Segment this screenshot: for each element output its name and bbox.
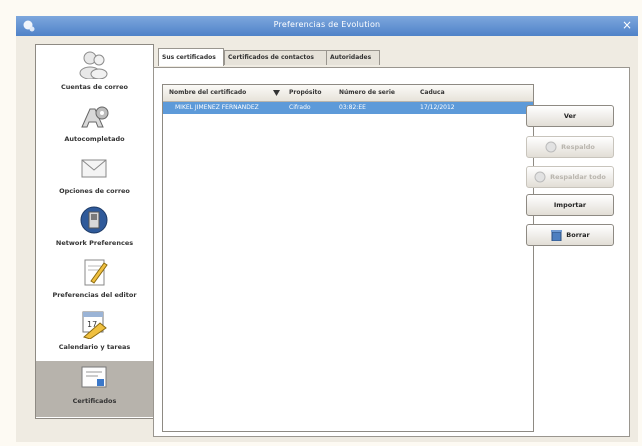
backup-all-icon [534, 171, 546, 183]
column-header-name[interactable]: Nombre del certificado [169, 89, 246, 96]
backup-icon [545, 141, 557, 153]
trash-icon [551, 230, 563, 241]
certificate-list[interactable]: Nombre del certificado Propósito Número … [162, 84, 534, 432]
cell-name: MIKEL JIMENEZ FERNANDEZ [175, 104, 259, 111]
backup-all-button-label: Respaldar todo [550, 173, 606, 181]
editor-icon [84, 259, 108, 286]
accounts-icon [79, 51, 108, 79]
tab-authorities[interactable]: Autoridades [326, 50, 380, 65]
sidebar-item-label: Network Preferences [55, 239, 134, 247]
window-body: Cuentas de correo Autocompletado Opcione… [16, 36, 638, 442]
preferences-window: Preferencias de Evolution × Cuentas de c… [16, 16, 638, 442]
sidebar-item-label: Cuentas de correo [61, 83, 128, 91]
sidebar-item-network[interactable]: Network Preferences [36, 203, 153, 255]
import-button[interactable]: Importar [526, 194, 614, 216]
sidebar-item-mail-options[interactable]: Opciones de correo [36, 151, 153, 203]
cell-serial: 03:82:EE [339, 104, 366, 111]
mail-envelope-icon [81, 159, 107, 178]
delete-button-label: Borrar [566, 231, 590, 239]
column-header-serial[interactable]: Número de serie [339, 89, 395, 96]
import-button-label: Importar [553, 201, 587, 209]
autocomplete-icon [81, 106, 109, 128]
tab-own-certificates[interactable]: Sus certificados [158, 48, 224, 66]
backup-button[interactable]: Respaldo [526, 136, 614, 158]
sidebar-item-autocomplete[interactable]: Autocompletado [36, 99, 153, 151]
network-icon [80, 206, 108, 234]
sidebar-item-label: Certificados [72, 397, 117, 405]
backup-button-label: Respaldo [561, 143, 595, 151]
backup-all-button[interactable]: Respaldar todo [526, 166, 614, 188]
title-bar[interactable]: Preferencias de Evolution × [16, 16, 638, 36]
sidebar-item-label: Autocompletado [64, 135, 125, 143]
sidebar-item-label: Calendario y tareas [58, 343, 131, 351]
view-button[interactable]: Ver [526, 105, 614, 127]
delete-button[interactable]: Borrar [526, 224, 614, 246]
column-header-expires[interactable]: Caduca [420, 89, 445, 96]
table-header: Nombre del certificado Propósito Número … [163, 85, 533, 102]
sidebar-item-editor[interactable]: Preferencias del editor [36, 255, 153, 307]
sidebar-item-calendar[interactable]: 17 Calendario y tareas [36, 307, 153, 359]
sidebar-item-accounts[interactable]: Cuentas de correo [36, 47, 153, 99]
cell-purpose: Cifrado [289, 104, 311, 111]
column-header-purpose[interactable]: Propósito [289, 89, 322, 96]
window-title: Preferencias de Evolution [273, 20, 381, 29]
chevron-down-icon[interactable] [273, 90, 280, 96]
table-row[interactable]: MIKEL JIMENEZ FERNANDEZ Cifrado 03:82:EE… [163, 102, 533, 114]
view-button-label: Ver [563, 112, 577, 120]
tab-contact-certificates[interactable]: Certificados de contactos [224, 50, 327, 65]
sidebar-item-certificates[interactable]: Certificados [36, 361, 153, 417]
close-icon[interactable]: × [622, 18, 632, 32]
certificate-icon [81, 366, 107, 388]
sidebar-item-label: Opciones de correo [59, 187, 130, 195]
cell-expires: 17/12/2012 [420, 104, 455, 111]
sidebar-item-label: Preferencias del editor [52, 291, 137, 299]
sidebar: Cuentas de correo Autocompletado Opcione… [35, 44, 154, 419]
calendar-icon: 17 [82, 311, 107, 339]
